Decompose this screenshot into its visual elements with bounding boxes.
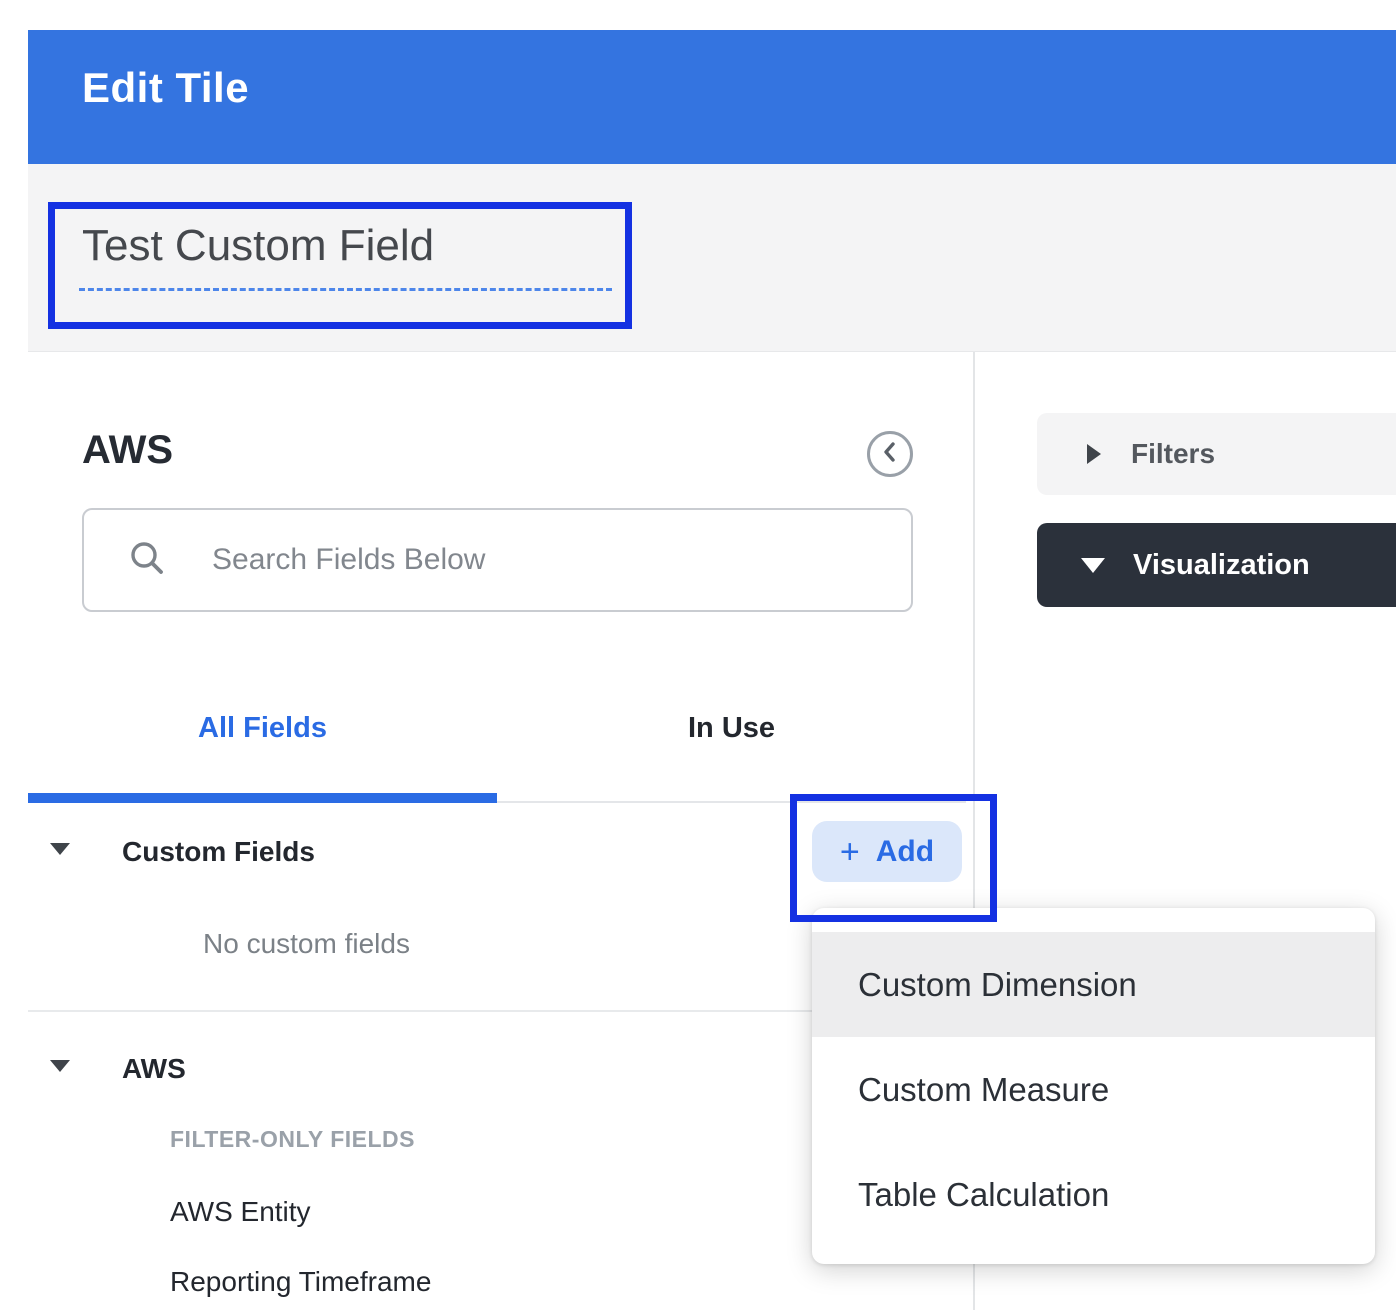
dialog-header: Edit Tile (28, 30, 1396, 164)
caret-down-icon[interactable] (50, 843, 70, 855)
edit-tile-dialog: Edit Tile Test Custom Field AWS All Fiel… (0, 0, 1396, 1310)
collapse-panel-button[interactable] (867, 431, 913, 477)
search-input[interactable] (212, 543, 812, 577)
filters-label: Filters (1131, 438, 1215, 470)
field-aws-entity[interactable]: AWS Entity (170, 1196, 311, 1228)
group-aws[interactable]: AWS (122, 1053, 186, 1085)
annotation-box-add-button (790, 794, 997, 922)
filter-only-fields-header: FILTER-ONLY FIELDS (170, 1126, 415, 1153)
visualization-section-toggle[interactable]: Visualization (1037, 523, 1396, 607)
magnifier-icon (128, 539, 166, 582)
group-custom-fields[interactable]: Custom Fields (122, 836, 315, 868)
annotation-box-title (48, 202, 632, 329)
menu-item-table-calculation[interactable]: Table Calculation (812, 1142, 1375, 1247)
filters-section-toggle[interactable]: Filters (1037, 413, 1396, 495)
menu-item-custom-measure[interactable]: Custom Measure (812, 1037, 1375, 1142)
tab-in-use[interactable]: In Use (497, 712, 966, 745)
tab-all-fields[interactable]: All Fields (28, 712, 497, 745)
caret-down-icon (1081, 558, 1105, 573)
field-reporting-timeframe[interactable]: Reporting Timeframe (170, 1266, 431, 1298)
active-tab-indicator (28, 793, 497, 803)
field-search-box[interactable] (82, 508, 913, 612)
dialog-title: Edit Tile (82, 64, 249, 112)
visualization-label: Visualization (1133, 549, 1310, 582)
menu-item-custom-dimension[interactable]: Custom Dimension (812, 932, 1375, 1037)
add-field-menu: Custom Dimension Custom Measure Table Ca… (812, 908, 1375, 1264)
caret-down-icon[interactable] (50, 1060, 70, 1072)
chevron-left-icon (880, 439, 900, 470)
caret-right-icon (1087, 444, 1101, 464)
no-custom-fields-text: No custom fields (203, 928, 410, 960)
explore-name-heading: AWS (82, 428, 173, 473)
